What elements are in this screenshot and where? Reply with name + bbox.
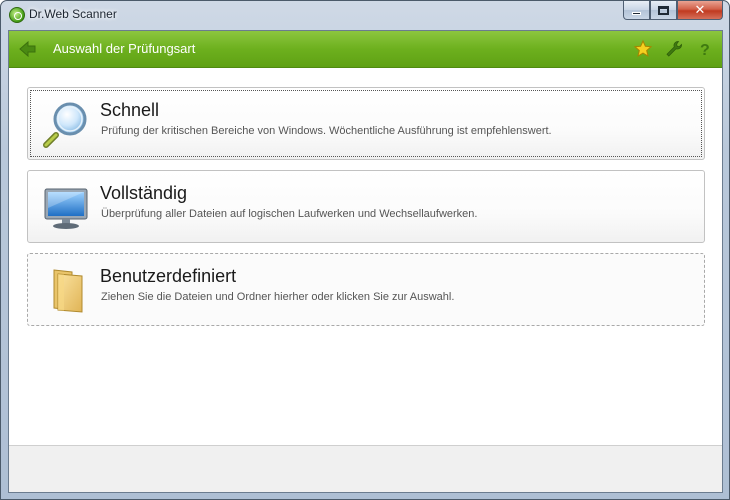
close-button[interactable]: ✕ [677, 1, 723, 20]
client-area: Auswahl der Prüfungsart ? Schnell Prüfun… [8, 30, 723, 493]
folder-icon [53, 269, 83, 313]
maximize-button[interactable] [650, 1, 677, 20]
scan-option-description: Prüfung der kritischen Bereiche von Wind… [101, 125, 552, 137]
magnifier-icon [43, 102, 87, 148]
close-icon: ✕ [694, 2, 706, 17]
wrench-icon[interactable] [664, 39, 684, 59]
minimize-button[interactable] [623, 1, 650, 20]
star-icon[interactable] [633, 39, 653, 59]
caption-buttons: ✕ [623, 1, 723, 21]
back-arrow-icon[interactable] [17, 39, 37, 59]
window-title: Dr.Web Scanner [29, 7, 117, 21]
scan-option-description: Ziehen Sie die Dateien und Ordner hierhe… [101, 291, 455, 303]
monitor-icon [44, 188, 88, 229]
help-icon[interactable]: ? [695, 39, 715, 59]
minimize-icon [632, 11, 641, 15]
footer-bar [9, 445, 722, 492]
scan-option-title: Schnell [100, 100, 160, 120]
app-window: Dr.Web Scanner ✕ Auswahl der Prüfungsart [0, 0, 730, 500]
scan-option-quick[interactable]: Schnell Prüfung der kritischen Bereiche … [27, 87, 705, 160]
scan-option-description: Überprüfung aller Dateien auf logischen … [101, 208, 478, 220]
maximize-icon [658, 5, 669, 15]
help-glyph: ? [700, 42, 710, 59]
scan-option-custom[interactable]: Benutzerdefiniert Ziehen Sie die Dateien… [27, 253, 705, 326]
scan-option-title: Vollständig [100, 183, 188, 203]
title-bar[interactable]: Dr.Web Scanner ✕ [1, 1, 729, 29]
scan-option-full[interactable]: Vollständig Überprüfung aller Dateien au… [27, 170, 705, 243]
drweb-logo-icon [9, 7, 25, 23]
page-title: Auswahl der Prüfungsart [53, 41, 196, 56]
header-bar: Auswahl der Prüfungsart ? [9, 31, 722, 68]
scan-option-title: Benutzerdefiniert [100, 266, 237, 286]
